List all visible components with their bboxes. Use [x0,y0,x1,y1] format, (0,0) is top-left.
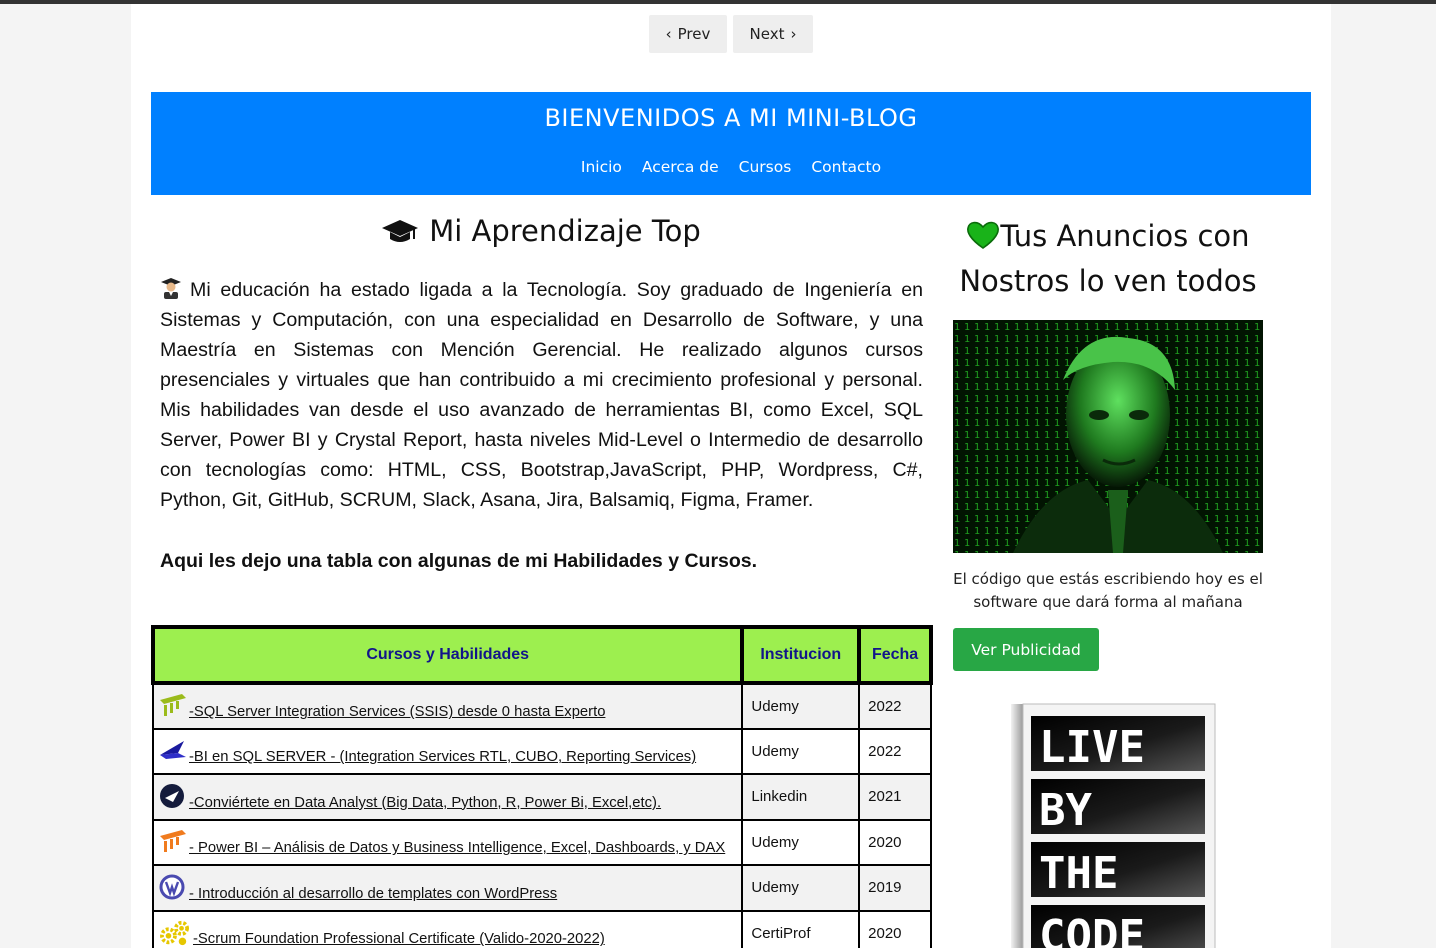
institution-cell: CertiProf [741,909,861,948]
data-analyst-icon [160,783,184,808]
prev-label: Prev [677,25,711,43]
institution-cell: Udemy [741,864,861,912]
course-link[interactable]: -BI en SQL SERVER - (Integration Service… [189,749,696,765]
next-button[interactable]: Next › [733,15,813,53]
course-cell: -Conviértete en Data Analyst (Big Data, … [151,773,744,821]
year-cell: 2020 [858,909,932,948]
institution-cell: Linkedin [741,773,861,821]
chevron-right-icon: › [790,25,797,43]
table-row: -SQL Server Integration Services (SSIS) … [151,682,932,730]
institution-cell: Udemy [741,682,861,730]
education-paragraph: Mi educación ha estado ligada a la Tecno… [160,275,923,515]
table-row: - Introducción al desarrollo de template… [151,864,932,912]
table-row: -Conviértete en Data Analyst (Big Data, … [151,773,932,821]
course-cell: -BI en SQL SERVER - (Integration Service… [151,727,744,775]
course-cell: - Introducción al desarrollo de template… [151,864,744,912]
course-cell: - Power BI – Análisis de Datos y Busines… [151,818,744,866]
course-link[interactable]: -SQL Server Integration Services (SSIS) … [189,704,605,720]
header-year: Fecha [857,625,933,685]
year-cell: 2022 [858,682,932,730]
course-link[interactable]: -Scrum Foundation Professional Certifica… [193,931,605,947]
nav-cursos[interactable]: Cursos [739,158,792,176]
table-header-row: Cursos y Habilidades Institucion Fecha [150,625,933,685]
course-link[interactable]: -Conviértete en Data Analyst (Big Data, … [189,795,661,811]
header-courses: Cursos y Habilidades [150,625,745,685]
book-word: BY [1039,785,1092,836]
course-cell: -SQL Server Integration Services (SSIS) … [151,682,744,730]
power-bi-icon [160,830,186,853]
book-word: LIVE [1039,722,1145,773]
section-title-text: Mi Aprendizaje Top [429,214,701,248]
ver-publicidad-button[interactable]: Ver Publicidad [953,628,1099,671]
course-link[interactable]: - Introducción al desarrollo de template… [189,886,557,902]
header-institution: Institucion [740,625,862,685]
year-cell: 2020 [858,818,932,866]
ads-title: Tus Anuncios con Nostros lo ven todos [948,214,1268,304]
ad-caption: El código que estás escribiendo hoy es e… [953,570,1263,611]
year-cell: 2022 [858,727,932,775]
scrum-gears-icon [160,921,189,946]
student-icon [161,278,181,299]
next-label: Next [749,25,785,43]
udemy-ssis-icon [160,694,186,717]
year-cell: 2019 [858,864,932,912]
nav-acerca-de[interactable]: Acerca de [642,158,719,176]
bi-sql-icon [160,741,186,760]
chevron-left-icon: ‹ [665,25,672,43]
section-title: Mi Aprendizaje Top [151,214,931,248]
courses-table: Cursos y Habilidades Institucion Fecha -… [150,625,933,948]
course-link[interactable]: - Power BI – Análisis de Datos y Busines… [189,840,725,856]
ads-title-text: Tus Anuncios con Nostros lo ven todos [959,219,1257,298]
live-by-the-code-book-image: LIVE BY THE CODE [983,696,1233,948]
green-heart-icon [967,221,1000,249]
year-cell: 2021 [858,773,932,821]
book-word: THE [1039,848,1118,899]
site-title: BIENVENIDOS A MI MINI-BLOG [544,104,918,132]
institution-cell: Udemy [741,818,861,866]
nav-contacto[interactable]: Contacto [811,158,881,176]
table-intro: Aqui les dejo una tabla con algunas de m… [160,550,758,572]
matrix-man-image: 1 [953,320,1263,553]
course-cell: -Scrum Foundation Professional Certifica… [151,909,744,948]
table-row: -Scrum Foundation Professional Certifica… [151,909,932,948]
prev-button[interactable]: ‹ Prev [649,15,727,53]
nav-inicio[interactable]: Inicio [581,158,622,176]
page-container: ‹ Prev Next › BIENVENIDOS A MI MINI-BLOG… [131,4,1331,948]
graduation-cap-icon [382,220,419,242]
header-banner: BIENVENIDOS A MI MINI-BLOG Inicio Acerca… [151,92,1311,195]
table-row: - Power BI – Análisis de Datos y Busines… [151,818,932,866]
book-word: CODE [1039,911,1145,948]
main-nav: Inicio Acerca de Cursos Contacto [151,158,1311,176]
education-text: Mi educación ha estado ligada a la Tecno… [160,279,923,511]
table-row: -BI en SQL SERVER - (Integration Service… [151,727,932,775]
institution-cell: Udemy [741,727,861,775]
wordpress-icon [159,874,185,900]
pager: ‹ Prev Next › [649,15,813,53]
